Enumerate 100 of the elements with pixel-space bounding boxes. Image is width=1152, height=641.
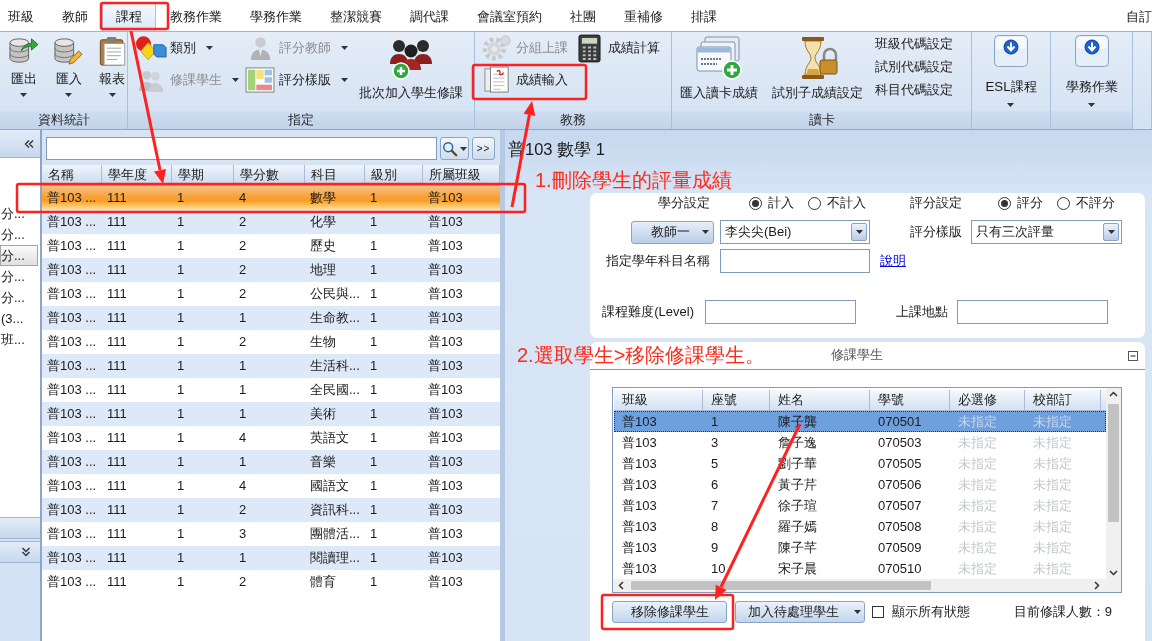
input-field[interactable] bbox=[957, 300, 1108, 324]
table-cell-text: 111 bbox=[106, 429, 128, 447]
column-header[interactable]: 名稱 bbox=[42, 165, 102, 185]
radio-option[interactable]: 不計入 bbox=[808, 194, 866, 212]
table-row[interactable]: 普103 ... 111 1 1 生活科... 1 普103 bbox=[42, 354, 500, 378]
input-field[interactable] bbox=[705, 300, 856, 324]
table-cell-text: 111 bbox=[106, 189, 128, 207]
dropdown-arrow-button[interactable] bbox=[851, 223, 867, 241]
column-header[interactable]: 學分數 bbox=[234, 165, 305, 185]
table-row[interactable]: 普103 ... 111 1 1 音樂 1 普103 bbox=[42, 450, 500, 474]
column-header[interactable]: 級別 bbox=[365, 165, 423, 185]
expand-button[interactable]: >> bbox=[472, 137, 495, 160]
nav-item[interactable]: 分... bbox=[0, 245, 38, 266]
table-row[interactable]: 普103 ... 111 1 4 數學 1 普103 bbox=[42, 186, 500, 210]
ribbon-button[interactable]: 類別 bbox=[135, 32, 242, 64]
menu-tab[interactable]: 重補修 bbox=[610, 3, 677, 31]
nav-item[interactable]: 分... bbox=[0, 224, 38, 245]
ribbon-button[interactable]: 班級代碼設定 bbox=[871, 32, 957, 55]
column-header[interactable]: 科目 bbox=[305, 165, 365, 185]
column-header[interactable]: 學期 bbox=[172, 165, 234, 185]
ribbon-button[interactable]: 報表 bbox=[92, 32, 132, 97]
column-header[interactable]: 必選修 bbox=[950, 390, 1025, 410]
table-cell-text: 未指定 bbox=[957, 539, 998, 557]
table-cell-text: 普103 ... bbox=[46, 453, 98, 471]
menu-tab[interactable]: 社團 bbox=[556, 3, 610, 31]
scrollbar-thumb[interactable] bbox=[631, 581, 931, 590]
ribbon-button[interactable]: 匯出 bbox=[2, 32, 45, 97]
horizontal-scrollbar[interactable] bbox=[613, 579, 1106, 592]
menu-tab[interactable]: 教師 bbox=[48, 3, 102, 31]
nav-item[interactable]: 分... bbox=[0, 203, 38, 224]
table-cell-text: 未指定 bbox=[957, 518, 998, 536]
table-row[interactable]: 普103 ... 111 1 2 資訊科... 1 普103 bbox=[42, 498, 500, 522]
chevron-up-icon[interactable] bbox=[1109, 390, 1118, 399]
table-row[interactable]: 普103 ... 111 1 1 生命教... 1 普103 bbox=[42, 306, 500, 330]
chevrons-left-icon[interactable] bbox=[24, 139, 34, 148]
chevron-left-icon[interactable] bbox=[617, 581, 626, 590]
menu-tab[interactable]: 自訂 bbox=[1112, 3, 1152, 31]
table-cell-text: 普103 bbox=[427, 381, 464, 399]
radio-option[interactable]: 計入 bbox=[749, 194, 794, 212]
column-header[interactable]: 校部訂 bbox=[1025, 390, 1101, 410]
ribbon-button[interactable]: 匯入 bbox=[47, 32, 90, 97]
column-header[interactable]: 座號 bbox=[703, 390, 770, 410]
dropdown-button[interactable]: 教師一 bbox=[631, 220, 714, 244]
caret-icon bbox=[341, 46, 348, 50]
table-cell-text: 1 bbox=[369, 333, 379, 351]
nav-item[interactable]: 分... bbox=[0, 287, 38, 308]
table-cell-text: 111 bbox=[106, 333, 128, 351]
ribbon-button[interactable]: 成績計算 bbox=[573, 32, 663, 64]
search-button[interactable] bbox=[440, 137, 469, 160]
vertical-scrollbar[interactable] bbox=[1106, 388, 1121, 579]
dropdown-field[interactable]: 只有三次評量 bbox=[971, 220, 1122, 244]
ribbon-button[interactable]: 學務作業 bbox=[1065, 32, 1118, 107]
input-field[interactable] bbox=[720, 249, 870, 273]
ribbon-button[interactable]: 批次加入學生修課 bbox=[353, 32, 469, 101]
search-field[interactable] bbox=[46, 137, 437, 160]
table-cell-text: 1 bbox=[176, 357, 186, 375]
highlight-frame bbox=[99, 1, 170, 31]
radio-option[interactable]: 不評分 bbox=[1057, 194, 1115, 212]
scrollbar-thumb[interactable] bbox=[1108, 404, 1119, 522]
menu-tab[interactable]: 整潔競賽 bbox=[316, 3, 396, 31]
table-cell-text: 070506 bbox=[877, 476, 923, 494]
remove-button[interactable]: 移除修課學生 bbox=[612, 601, 727, 623]
menu-tab[interactable]: 會議室預約 bbox=[463, 3, 556, 31]
ribbon-button[interactable]: 試別子成績設定 bbox=[766, 32, 869, 101]
ribbon-button[interactable]: ESL課程 bbox=[985, 32, 1037, 107]
chevron-right-icon[interactable] bbox=[1092, 581, 1101, 590]
menu-tab[interactable]: 班級 bbox=[0, 3, 48, 31]
column-header[interactable]: 班級 bbox=[614, 390, 703, 410]
table-row[interactable]: 普103 ... 111 1 2 化學 1 普103 bbox=[42, 210, 500, 234]
menu-tab[interactable]: 學務作業 bbox=[236, 3, 316, 31]
chevrons-down-icon[interactable] bbox=[22, 547, 30, 557]
chevron-down-icon[interactable] bbox=[1109, 568, 1118, 577]
ribbon-button[interactable]: 試別代碼設定 bbox=[871, 55, 957, 78]
nav-item[interactable]: 分... bbox=[0, 266, 38, 287]
nav-item[interactable]: 班... bbox=[0, 329, 38, 350]
nav-item[interactable]: (3... bbox=[0, 308, 38, 329]
column-header[interactable]: 姓名 bbox=[770, 390, 870, 410]
ribbon-button[interactable]: 評分樣版 bbox=[244, 64, 351, 96]
ribbon-button[interactable]: 成績輸入 bbox=[481, 64, 571, 96]
menu-tab[interactable]: 排課 bbox=[677, 3, 731, 31]
ribbon-button[interactable]: 匯入讀卡成績 bbox=[674, 32, 764, 101]
checkbox-option[interactable]: 顯示所有狀態 bbox=[872, 603, 970, 621]
table-row[interactable]: 普103 1 陳子龔 070501 未指定 未指定 bbox=[614, 411, 1106, 432]
radio-option[interactable]: 評分 bbox=[998, 194, 1043, 212]
table-row[interactable]: 普103 ... 111 1 1 美術 1 普103 bbox=[42, 402, 500, 426]
table-cell-text: 1 bbox=[238, 357, 248, 375]
table-row[interactable]: 普103 ... 111 1 1 閱讀理... 1 普103 bbox=[42, 546, 500, 570]
column-header[interactable]: 學號 bbox=[870, 390, 950, 410]
dropdown-arrow-button[interactable] bbox=[1103, 223, 1119, 241]
table-row[interactable]: 普103 ... 111 1 2 地理 1 普103 bbox=[42, 258, 500, 282]
help-link[interactable]: 說明 bbox=[880, 252, 906, 270]
table-cell-text: 1 bbox=[176, 261, 186, 279]
dropdown-field[interactable]: 李尖尖(Bei) bbox=[720, 220, 870, 244]
minus-square-icon[interactable] bbox=[1128, 350, 1138, 361]
ribbon-button[interactable]: 科目代碼設定 bbox=[871, 78, 957, 101]
table-cell-text: 111 bbox=[106, 381, 128, 399]
dropdown-button[interactable]: 加入待處理學生 bbox=[735, 601, 865, 623]
table-cell-text: 1 bbox=[369, 453, 379, 471]
menu-tab[interactable]: 教務作業 bbox=[156, 3, 236, 31]
menu-tab[interactable]: 調代課 bbox=[396, 3, 463, 31]
